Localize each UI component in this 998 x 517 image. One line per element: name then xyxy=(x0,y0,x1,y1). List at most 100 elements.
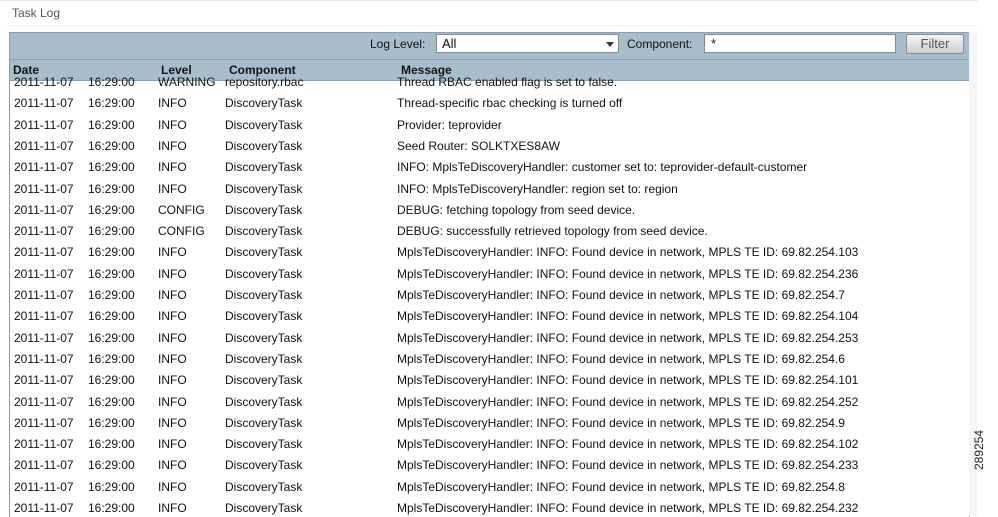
cell-time: 16:29:00 xyxy=(88,245,135,260)
cell-time: 16:29:00 xyxy=(88,458,135,473)
cell-component: DiscoveryTask xyxy=(225,96,303,111)
cell-date: 2011-11-07 xyxy=(14,288,74,302)
cell-time: 16:29:00 xyxy=(88,224,135,239)
table-row[interactable]: 2011-11-07 16:29:00 INFO DiscoveryTask MplsT… xyxy=(10,477,969,498)
table-row[interactable]: 2011-11-07 16:29:00 INFO DiscoveryTask MplsT… xyxy=(10,370,969,391)
cell-date: 2011-11-07 xyxy=(14,224,74,239)
cell-message: MplsTeDiscoveryHandler: INFO: Found devi… xyxy=(397,309,859,324)
cell-level: INFO xyxy=(158,138,187,153)
table-row[interactable]: 2011-11-07 16:29:00 INFO DiscoveryTask MplsT… xyxy=(10,349,969,370)
table-row[interactable]: 2011-11-07 16:29:00 INFO DiscoveryTask Threa… xyxy=(10,93,969,114)
table-row[interactable]: 2011-11-07 16:29:00 INFO DiscoveryTask MplsT… xyxy=(10,455,969,476)
component-label: Component: xyxy=(627,37,693,51)
log-level-value: All xyxy=(442,36,457,51)
cell-message: MplsTeDiscoveryHandler: INFO: Found devi… xyxy=(397,373,859,388)
cell-time: 16:29:00 xyxy=(88,117,135,132)
cell-date: 2011-11-07 xyxy=(14,501,74,515)
cell-level: WARNING xyxy=(158,75,216,89)
cell-date: 2011-11-07 xyxy=(14,75,74,89)
top-divider xyxy=(0,0,978,1)
cell-component: DiscoveryTask xyxy=(225,245,303,260)
cell-level: INFO xyxy=(158,160,187,175)
cell-time: 16:29:00 xyxy=(88,288,135,302)
cell-component: DiscoveryTask xyxy=(225,266,303,281)
cell-level: INFO xyxy=(158,351,187,366)
cell-date: 2011-11-07 xyxy=(14,479,74,494)
cell-time: 16:29:00 xyxy=(88,373,135,388)
filter-button[interactable]: Filter xyxy=(906,34,964,54)
cell-time: 16:29:00 xyxy=(88,181,135,196)
cell-time: 16:29:00 xyxy=(88,75,135,89)
table-row[interactable]: 2011-11-07 16:29:00 INFO DiscoveryTask MplsT… xyxy=(10,328,969,349)
table-row[interactable]: 2011-11-07 16:29:00 CONFIG DiscoveryTask DEB… xyxy=(10,200,969,221)
cell-message: MplsTeDiscoveryHandler: INFO: Found devi… xyxy=(397,415,845,430)
cell-time: 16:29:00 xyxy=(88,202,135,217)
table-row[interactable]: 2011-11-07 16:29:00 INFO DiscoveryTask MplsT… xyxy=(10,285,969,306)
cell-component: DiscoveryTask xyxy=(225,138,303,153)
cell-time: 16:29:00 xyxy=(88,96,135,111)
cell-level: INFO xyxy=(158,330,187,345)
cell-date: 2011-11-07 xyxy=(14,309,74,324)
chevron-down-icon[interactable] xyxy=(606,42,614,47)
table-row[interactable]: 2011-11-07 16:29:00 INFO DiscoveryTask MplsT… xyxy=(10,264,969,285)
cell-level: INFO xyxy=(158,458,187,473)
table-row[interactable]: 2011-11-07 16:29:00 INFO DiscoveryTask MplsT… xyxy=(10,306,969,327)
cell-time: 16:29:00 xyxy=(88,351,135,366)
cell-time: 16:29:00 xyxy=(88,501,135,515)
cell-date: 2011-11-07 xyxy=(14,373,74,388)
cell-date: 2011-11-07 xyxy=(14,458,74,473)
log-level-select[interactable]: All xyxy=(436,34,619,53)
cell-level: CONFIG xyxy=(158,224,205,239)
cell-level: INFO xyxy=(158,181,187,196)
table-row[interactable]: 2011-11-07 16:29:00 CONFIG DiscoveryTask DEB… xyxy=(10,221,969,242)
cell-time: 16:29:00 xyxy=(88,330,135,345)
table-row[interactable]: 2011-11-07 16:29:00 INFO DiscoveryTask Seed … xyxy=(10,136,969,157)
cell-message: Provider: teprovider xyxy=(397,117,502,132)
table-row[interactable]: 2011-11-07 16:29:00 INFO DiscoveryTask INFO:… xyxy=(10,179,969,200)
title-divider xyxy=(6,25,978,26)
cell-time: 16:29:00 xyxy=(88,138,135,153)
cell-date: 2011-11-07 xyxy=(14,181,74,196)
cell-date: 2011-11-07 xyxy=(14,266,74,281)
cell-component: DiscoveryTask xyxy=(225,479,303,494)
cell-date: 2011-11-07 xyxy=(14,202,74,217)
cell-date: 2011-11-07 xyxy=(14,351,74,366)
cell-message: MplsTeDiscoveryHandler: INFO: Found devi… xyxy=(397,479,845,494)
table-row[interactable]: 2011-11-07 16:29:00 INFO DiscoveryTask INFO:… xyxy=(10,157,969,178)
cell-message: MplsTeDiscoveryHandler: INFO: Found devi… xyxy=(397,330,859,345)
page-title: Task Log xyxy=(12,6,61,20)
cell-level: INFO xyxy=(158,415,187,430)
cell-component: DiscoveryTask xyxy=(225,160,303,175)
table-row[interactable]: 2011-11-07 16:29:00 INFO DiscoveryTask Provi… xyxy=(10,115,969,136)
cell-message: DEBUG: fetching topology from seed devic… xyxy=(397,202,636,217)
table-row[interactable]: 2011-11-07 16:29:00 INFO DiscoveryTask MplsT… xyxy=(10,242,969,263)
cell-message: INFO: MplsTeDiscoveryHandler: region set… xyxy=(397,181,678,196)
cell-level: INFO xyxy=(158,309,187,324)
cell-message: INFO: MplsTeDiscoveryHandler: customer s… xyxy=(397,160,808,175)
cell-component: DiscoveryTask xyxy=(225,351,303,366)
cell-component: DiscoveryTask xyxy=(225,224,303,239)
cell-time: 16:29:00 xyxy=(88,309,135,324)
cell-date: 2011-11-07 xyxy=(14,160,74,175)
table-row[interactable]: 2011-11-07 16:29:00 INFO DiscoveryTask MplsT… xyxy=(10,413,969,434)
table-row[interactable]: 2011-11-07 16:29:00 INFO DiscoveryTask MplsT… xyxy=(10,392,969,413)
cell-component: DiscoveryTask xyxy=(225,202,303,217)
cell-message: MplsTeDiscoveryHandler: INFO: Found devi… xyxy=(397,245,859,260)
log-level-label: Log Level: xyxy=(370,37,426,51)
cell-message: MplsTeDiscoveryHandler: INFO: Found devi… xyxy=(397,394,859,409)
cell-component: DiscoveryTask xyxy=(225,373,303,388)
component-input[interactable]: * xyxy=(704,34,896,53)
cell-component: DiscoveryTask xyxy=(225,288,303,302)
table-row[interactable]: 2011-11-07 16:29:00 INFO DiscoveryTask MplsT… xyxy=(10,434,969,455)
cell-time: 16:29:00 xyxy=(88,479,135,494)
cell-component: repository.rbac xyxy=(225,75,304,89)
cell-date: 2011-11-07 xyxy=(14,394,74,409)
cell-time: 16:29:00 xyxy=(88,160,135,175)
cell-date: 2011-11-07 xyxy=(14,415,74,430)
cell-time: 16:29:00 xyxy=(88,394,135,409)
cell-message: MplsTeDiscoveryHandler: INFO: Found devi… xyxy=(397,288,845,302)
filter-bar: Log Level: All Component: * Filter xyxy=(10,33,969,60)
cell-date: 2011-11-07 xyxy=(14,96,74,111)
table-row[interactable]: 2011-11-07 16:29:00 INFO DiscoveryTask MplsT… xyxy=(10,498,969,517)
table-row[interactable]: 2011-11-07 16:29:00 WARNING repository.rbac… xyxy=(10,72,969,93)
